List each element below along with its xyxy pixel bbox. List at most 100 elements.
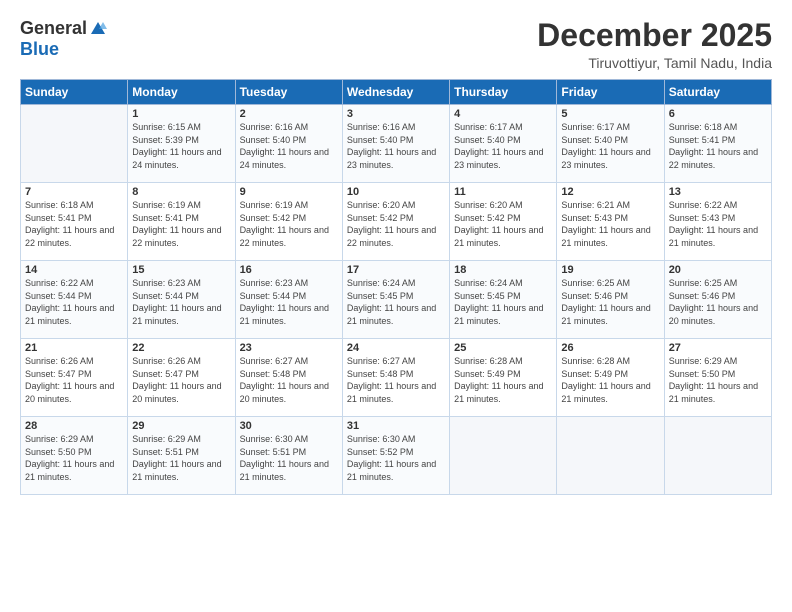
day-info: Sunrise: 6:16 AMSunset: 5:40 PMDaylight:… bbox=[347, 121, 445, 171]
day-info: Sunrise: 6:30 AMSunset: 5:52 PMDaylight:… bbox=[347, 433, 445, 483]
daylight-text: Daylight: 11 hours and 21 minutes. bbox=[454, 302, 552, 327]
table-row: 9Sunrise: 6:19 AMSunset: 5:42 PMDaylight… bbox=[235, 183, 342, 261]
sunrise-text: Sunrise: 6:26 AM bbox=[25, 355, 123, 368]
day-number: 6 bbox=[669, 108, 767, 120]
col-tuesday: Tuesday bbox=[235, 80, 342, 105]
sunrise-text: Sunrise: 6:30 AM bbox=[240, 433, 338, 446]
table-row: 30Sunrise: 6:30 AMSunset: 5:51 PMDayligh… bbox=[235, 417, 342, 495]
day-number: 27 bbox=[669, 342, 767, 354]
day-number: 16 bbox=[240, 264, 338, 276]
sunset-text: Sunset: 5:41 PM bbox=[25, 212, 123, 225]
day-number: 10 bbox=[347, 186, 445, 198]
sunrise-text: Sunrise: 6:19 AM bbox=[132, 199, 230, 212]
day-number: 1 bbox=[132, 108, 230, 120]
sunrise-text: Sunrise: 6:22 AM bbox=[669, 199, 767, 212]
sunset-text: Sunset: 5:49 PM bbox=[561, 368, 659, 381]
day-number: 18 bbox=[454, 264, 552, 276]
daylight-text: Daylight: 11 hours and 21 minutes. bbox=[347, 380, 445, 405]
day-info: Sunrise: 6:29 AMSunset: 5:50 PMDaylight:… bbox=[25, 433, 123, 483]
day-number: 26 bbox=[561, 342, 659, 354]
day-info: Sunrise: 6:26 AMSunset: 5:47 PMDaylight:… bbox=[132, 355, 230, 405]
page-header: General Blue December 2025 Tiruvottiyur,… bbox=[20, 18, 772, 71]
table-row bbox=[450, 417, 557, 495]
day-info: Sunrise: 6:20 AMSunset: 5:42 PMDaylight:… bbox=[454, 199, 552, 249]
table-row: 22Sunrise: 6:26 AMSunset: 5:47 PMDayligh… bbox=[128, 339, 235, 417]
sunrise-text: Sunrise: 6:15 AM bbox=[132, 121, 230, 134]
day-info: Sunrise: 6:27 AMSunset: 5:48 PMDaylight:… bbox=[347, 355, 445, 405]
sunrise-text: Sunrise: 6:22 AM bbox=[25, 277, 123, 290]
day-info: Sunrise: 6:23 AMSunset: 5:44 PMDaylight:… bbox=[132, 277, 230, 327]
sunrise-text: Sunrise: 6:24 AM bbox=[454, 277, 552, 290]
calendar-week-3: 21 Sunrise: 6:26 AMSunset: 5:47 PMDayligh… bbox=[21, 339, 772, 417]
sunrise-text: Sunrise: 6:29 AM bbox=[669, 355, 767, 368]
day-info: Sunrise: 6:28 AMSunset: 5:49 PMDaylight:… bbox=[454, 355, 552, 405]
sunset-text: Sunset: 5:46 PM bbox=[561, 290, 659, 303]
day-info: Sunrise: 6:23 AMSunset: 5:44 PMDaylight:… bbox=[240, 277, 338, 327]
sunset-text: Sunset: 5:52 PM bbox=[347, 446, 445, 459]
day-info: Sunrise: 6:25 AMSunset: 5:46 PMDaylight:… bbox=[561, 277, 659, 327]
sunset-text: Sunset: 5:41 PM bbox=[132, 212, 230, 225]
calendar-week-2: 14Sunrise: 6:22 AMSunset: 5:44 PMDayligh… bbox=[21, 261, 772, 339]
table-row: 23Sunrise: 6:27 AMSunset: 5:48 PMDayligh… bbox=[235, 339, 342, 417]
daylight-text: Daylight: 11 hours and 21 minutes. bbox=[25, 302, 123, 327]
day-number: 21 bbox=[25, 342, 123, 354]
sunset-text: Sunset: 5:48 PM bbox=[347, 368, 445, 381]
sunrise-text: Sunrise: 6:20 AM bbox=[454, 199, 552, 212]
sunset-text: Sunset: 5:40 PM bbox=[240, 134, 338, 147]
day-number: 22 bbox=[132, 342, 230, 354]
table-row: 16Sunrise: 6:23 AMSunset: 5:44 PMDayligh… bbox=[235, 261, 342, 339]
day-info: Sunrise: 6:22 AMSunset: 5:44 PMDaylight:… bbox=[25, 277, 123, 327]
daylight-text: Daylight: 11 hours and 20 minutes. bbox=[669, 302, 767, 327]
table-row bbox=[21, 105, 128, 183]
sunrise-text: Sunrise: 6:28 AM bbox=[561, 355, 659, 368]
sunset-text: Sunset: 5:44 PM bbox=[240, 290, 338, 303]
col-friday: Friday bbox=[557, 80, 664, 105]
col-wednesday: Wednesday bbox=[342, 80, 449, 105]
daylight-text: Daylight: 11 hours and 23 minutes. bbox=[561, 146, 659, 171]
sunrise-text: Sunrise: 6:18 AM bbox=[25, 199, 123, 212]
day-info: Sunrise: 6:18 AMSunset: 5:41 PMDaylight:… bbox=[25, 199, 123, 249]
col-sunday: Sunday bbox=[21, 80, 128, 105]
table-row: 2Sunrise: 6:16 AMSunset: 5:40 PMDaylight… bbox=[235, 105, 342, 183]
day-info: Sunrise: 6:27 AMSunset: 5:48 PMDaylight:… bbox=[240, 355, 338, 405]
table-row: 19Sunrise: 6:25 AMSunset: 5:46 PMDayligh… bbox=[557, 261, 664, 339]
table-row: 24Sunrise: 6:27 AMSunset: 5:48 PMDayligh… bbox=[342, 339, 449, 417]
month-title: December 2025 bbox=[537, 18, 772, 53]
sunset-text: Sunset: 5:43 PM bbox=[561, 212, 659, 225]
table-row: 20Sunrise: 6:25 AMSunset: 5:46 PMDayligh… bbox=[664, 261, 771, 339]
table-row: 17Sunrise: 6:24 AMSunset: 5:45 PMDayligh… bbox=[342, 261, 449, 339]
daylight-text: Daylight: 11 hours and 22 minutes. bbox=[347, 224, 445, 249]
daylight-text: Daylight: 11 hours and 24 minutes. bbox=[240, 146, 338, 171]
sunset-text: Sunset: 5:45 PM bbox=[347, 290, 445, 303]
daylight-text: Daylight: 11 hours and 21 minutes. bbox=[669, 224, 767, 249]
day-info: Sunrise: 6:15 AMSunset: 5:39 PMDaylight:… bbox=[132, 121, 230, 171]
day-info: Sunrise: 6:19 AMSunset: 5:41 PMDaylight:… bbox=[132, 199, 230, 249]
table-row: 7Sunrise: 6:18 AMSunset: 5:41 PMDaylight… bbox=[21, 183, 128, 261]
sunset-text: Sunset: 5:41 PM bbox=[669, 134, 767, 147]
table-row: 26Sunrise: 6:28 AMSunset: 5:49 PMDayligh… bbox=[557, 339, 664, 417]
sunset-text: Sunset: 5:51 PM bbox=[132, 446, 230, 459]
col-monday: Monday bbox=[128, 80, 235, 105]
daylight-text: Daylight: 11 hours and 21 minutes. bbox=[454, 380, 552, 405]
sunrise-text: Sunrise: 6:16 AM bbox=[240, 121, 338, 134]
table-row: 15Sunrise: 6:23 AMSunset: 5:44 PMDayligh… bbox=[128, 261, 235, 339]
table-row: 18Sunrise: 6:24 AMSunset: 5:45 PMDayligh… bbox=[450, 261, 557, 339]
table-row: 10Sunrise: 6:20 AMSunset: 5:42 PMDayligh… bbox=[342, 183, 449, 261]
sunrise-text: Sunrise: 6:16 AM bbox=[347, 121, 445, 134]
day-info: Sunrise: 6:29 AMSunset: 5:50 PMDaylight:… bbox=[669, 355, 767, 405]
day-number: 7 bbox=[25, 186, 123, 198]
sunset-text: Sunset: 5:42 PM bbox=[347, 212, 445, 225]
sunrise-text: Sunrise: 6:18 AM bbox=[669, 121, 767, 134]
day-number: 31 bbox=[347, 420, 445, 432]
daylight-text: Daylight: 11 hours and 21 minutes. bbox=[240, 458, 338, 483]
daylight-text: Daylight: 11 hours and 24 minutes. bbox=[132, 146, 230, 171]
day-number: 3 bbox=[347, 108, 445, 120]
sunset-text: Sunset: 5:45 PM bbox=[454, 290, 552, 303]
table-row: 14Sunrise: 6:22 AMSunset: 5:44 PMDayligh… bbox=[21, 261, 128, 339]
table-row: 1Sunrise: 6:15 AMSunset: 5:39 PMDaylight… bbox=[128, 105, 235, 183]
day-number: 14 bbox=[25, 264, 123, 276]
sunrise-text: Sunrise: 6:26 AM bbox=[132, 355, 230, 368]
sunrise-text: Sunrise: 6:17 AM bbox=[454, 121, 552, 134]
day-number: 24 bbox=[347, 342, 445, 354]
day-number: 29 bbox=[132, 420, 230, 432]
